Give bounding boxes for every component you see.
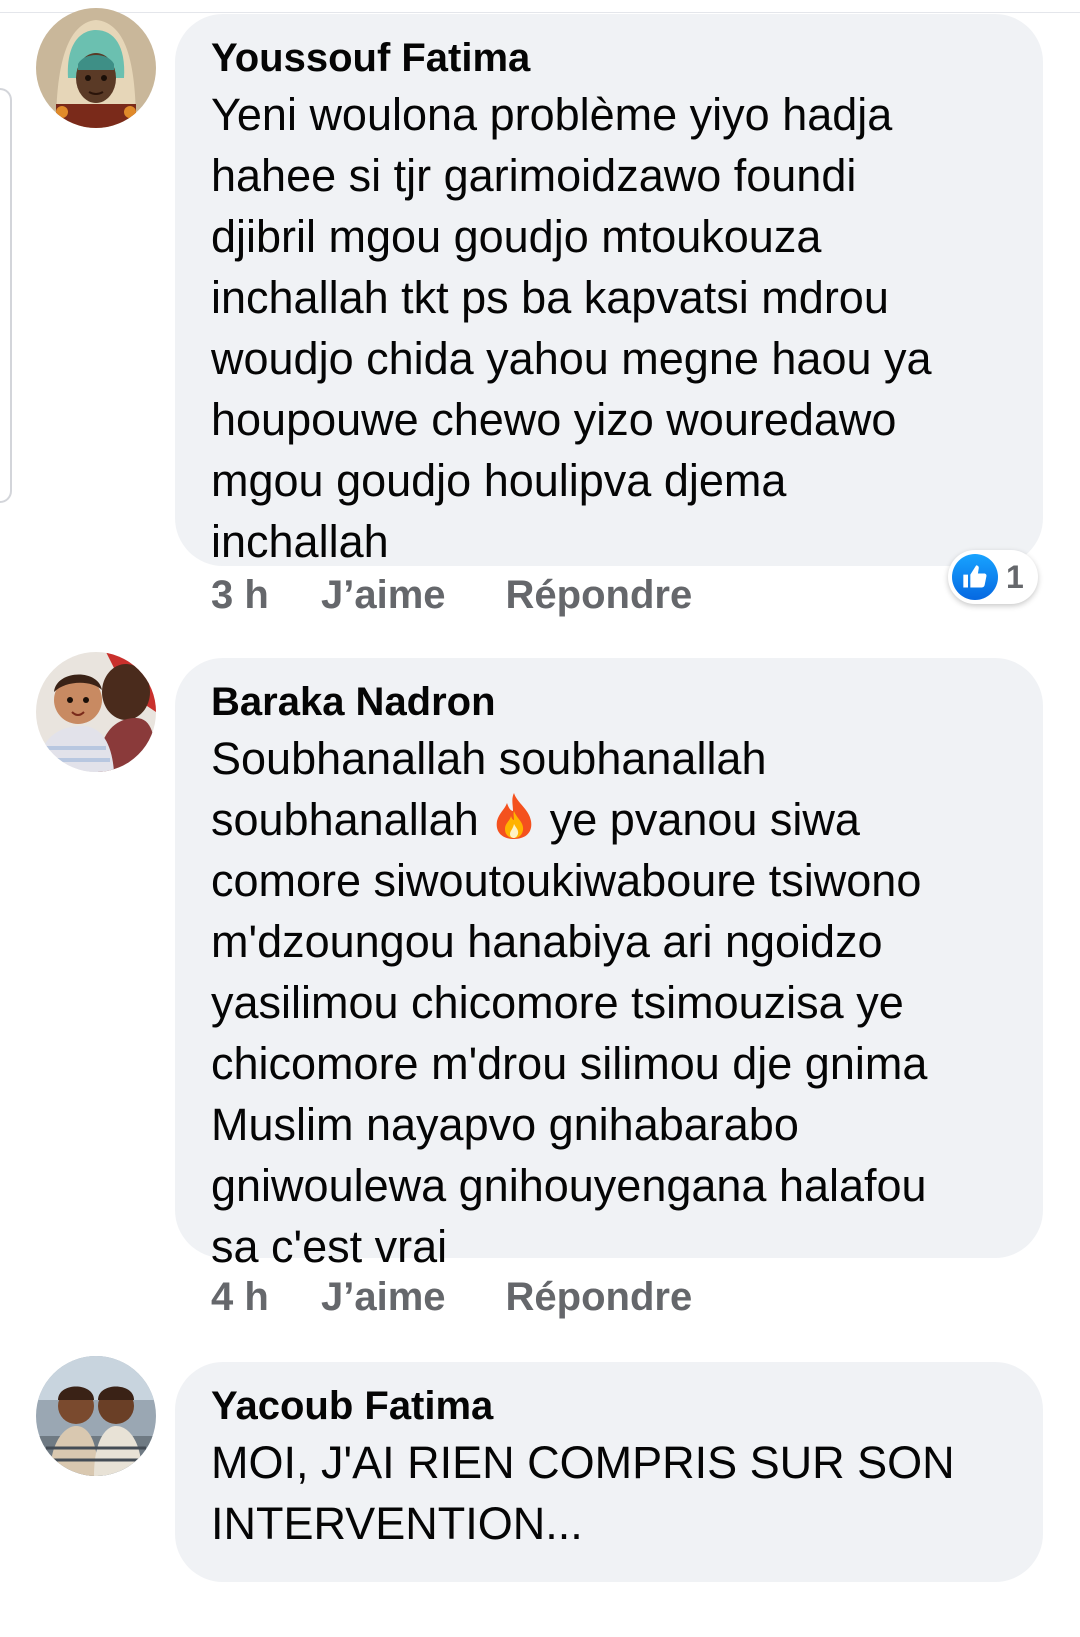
comment-text: Soubhanallah soubhanallah soubhanallah ye…	[211, 728, 1013, 1277]
comment-text-line: Soubhanallah soubhanallah	[211, 733, 767, 784]
comment-timestamp[interactable]: 4 h	[211, 1275, 271, 1320]
fire-emoji-icon	[496, 793, 532, 839]
avatar-photo-icon	[36, 8, 156, 128]
avatar[interactable]	[36, 8, 156, 128]
comment-text-segment: soubhanallah	[211, 794, 479, 845]
reaction-count: 1	[1006, 558, 1024, 595]
thread-connector	[0, 88, 12, 503]
comment-timestamp[interactable]: 3 h	[211, 573, 271, 618]
avatar-photo-icon	[36, 652, 156, 772]
comment-actions: 3 h J’aime Répondre	[211, 570, 692, 620]
comment-author[interactable]: Baraka Nadron	[211, 676, 1013, 728]
comment-text-rest: comore siwoutoukiwaboure tsiwono m'dzoun…	[211, 855, 928, 1272]
reply-button[interactable]: Répondre	[506, 573, 693, 618]
avatar[interactable]	[36, 652, 156, 772]
thumbs-up-icon	[952, 554, 998, 600]
comment-text-segment: ye pvanou siwa	[537, 794, 860, 845]
comment-actions: 4 h J’aime Répondre	[211, 1272, 692, 1322]
comment-text: MOI, J'AI RIEN COMPRIS SUR SON INTERVENT…	[211, 1437, 955, 1549]
avatar-photo-icon	[36, 1356, 156, 1476]
comment-author[interactable]: Youssouf Fatima	[211, 32, 1013, 84]
like-button[interactable]: J’aime	[321, 573, 446, 618]
top-divider	[0, 0, 1080, 13]
reaction-summary[interactable]: 1	[948, 550, 1038, 604]
reply-button[interactable]: Répondre	[506, 1275, 693, 1320]
comment-bubble[interactable]: Baraka Nadron Soubhanallah soubhanallah s…	[175, 658, 1043, 1272]
comment-bubble[interactable]: Youssouf Fatima Yeni woulona problème yi…	[175, 14, 1043, 567]
comment-bubble[interactable]: Yacoub Fatima MOI, J'AI RIEN COMPRIS SUR…	[175, 1362, 1043, 1582]
like-button[interactable]: J’aime	[321, 1275, 446, 1320]
comment-text: Yeni woulona problème yiyo hadja hahee s…	[211, 89, 932, 567]
comment-author[interactable]: Yacoub Fatima	[211, 1380, 1013, 1432]
avatar[interactable]	[36, 1356, 156, 1476]
